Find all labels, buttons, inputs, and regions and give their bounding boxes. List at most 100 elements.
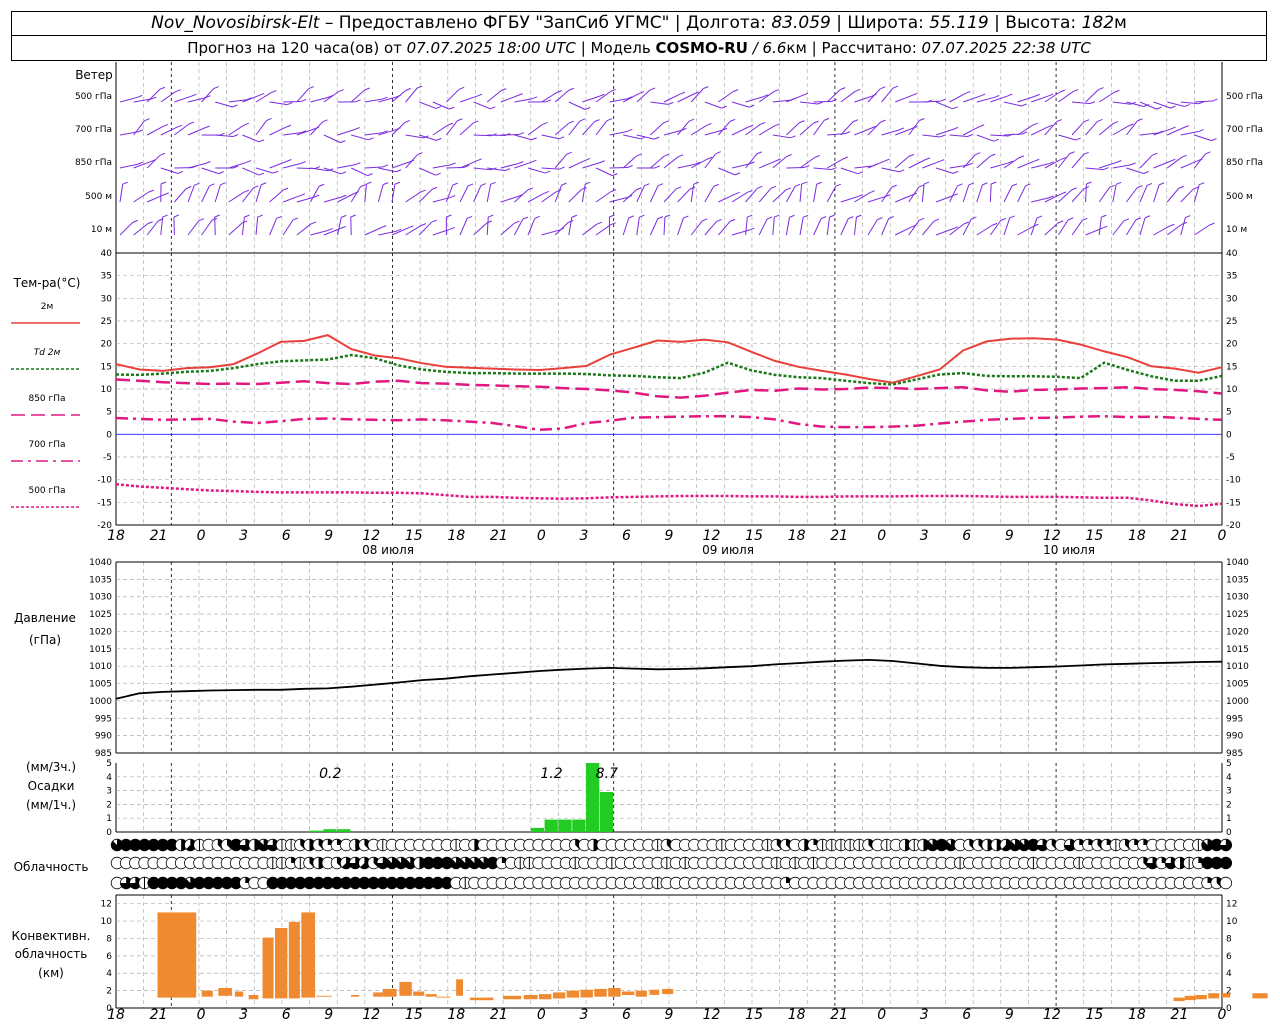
wind-barb-flag xyxy=(163,192,169,196)
wind-barb xyxy=(133,223,148,236)
precip-unit-1h: (мм/1ч.) xyxy=(26,798,76,812)
wind-barb-flag xyxy=(835,183,842,187)
y-tick-label-left: 1035 xyxy=(89,575,112,585)
wind-barb-flag xyxy=(354,127,360,130)
wind-barb xyxy=(1030,126,1048,136)
wind-barb xyxy=(758,218,768,236)
wind-barb-flag xyxy=(205,161,211,164)
wind-barb-flag xyxy=(596,221,602,225)
x-tick-label: 21 xyxy=(490,528,508,544)
wind-barb-flag xyxy=(612,173,618,177)
wind-barb xyxy=(1180,131,1199,136)
x-tick-label: 3 xyxy=(579,528,588,544)
wind-barb xyxy=(649,218,659,236)
wind-barb-flag xyxy=(1083,151,1089,155)
x-tick-label-bottom: 6 xyxy=(622,1007,631,1023)
x-tick-label: 15 xyxy=(745,528,763,544)
wind-barb-flag xyxy=(366,181,372,185)
wind-barb xyxy=(405,154,418,169)
x-tick-label-bottom: 21 xyxy=(830,1007,848,1023)
y-tick-label-left: -10 xyxy=(97,476,112,486)
wind-barb xyxy=(649,185,659,203)
wind-barb-flag xyxy=(898,127,905,131)
wind-barb xyxy=(337,164,356,169)
wind-barb xyxy=(1166,127,1184,136)
wind-barb-flag xyxy=(1007,93,1013,97)
wind-barb xyxy=(459,160,477,169)
wind-barb xyxy=(201,185,210,203)
wind-barb xyxy=(731,192,748,203)
wind-barb-flag xyxy=(679,91,686,95)
conv-label-3: (км) xyxy=(38,966,64,980)
wind-barb-flag xyxy=(857,171,864,175)
wind-barb-flag xyxy=(1114,89,1120,93)
wind-barb xyxy=(1071,121,1085,136)
wind-barb xyxy=(1058,153,1070,169)
wind-barb xyxy=(364,227,382,236)
wind-barb xyxy=(486,184,492,203)
wind-level-label-left: 10 м xyxy=(91,225,112,235)
wind-barb-flag xyxy=(1109,184,1115,188)
conv-bar xyxy=(1252,993,1268,999)
wind-barb-flag xyxy=(993,138,999,142)
y-tick-label-right: 40 xyxy=(1226,249,1238,259)
wind-barb xyxy=(1167,101,1185,108)
wind-barb-flag xyxy=(924,157,931,161)
wind-barb xyxy=(840,167,859,175)
wind-barb xyxy=(1044,222,1059,236)
wind-level-label-left: 700 гПа xyxy=(75,125,112,135)
y-tick-label-right: 4 xyxy=(1226,773,1232,783)
wind-barb xyxy=(1098,217,1102,236)
wind-barb-flag xyxy=(1137,185,1143,189)
wind-barb-flag xyxy=(939,159,945,163)
x-tick-label-bottom: 0 xyxy=(877,1007,886,1023)
wind-barb xyxy=(853,217,857,236)
x-tick-label: 12 xyxy=(703,528,721,544)
y-tick-label-right: 995 xyxy=(1226,714,1243,724)
wind-barb xyxy=(1194,100,1213,103)
wind-barb xyxy=(595,120,608,136)
wind-barb-flag xyxy=(449,226,456,230)
wind-barb xyxy=(391,184,396,203)
wind-barb xyxy=(1085,167,1104,171)
y-tick-label-right: 5 xyxy=(1226,408,1232,418)
wind-barb xyxy=(1071,188,1085,203)
wind-barb-flag xyxy=(253,185,259,189)
wind-barb-flag xyxy=(382,164,388,168)
wind-barb xyxy=(622,217,630,236)
wind-barb-flag xyxy=(715,151,721,155)
wind-barb-flag xyxy=(649,87,656,91)
wind-barb-flag xyxy=(702,218,708,222)
wind-barb-flag xyxy=(1101,214,1107,218)
wind-barb xyxy=(731,101,750,108)
wind-barb-flag xyxy=(214,214,220,218)
y-tick-label-left: 15 xyxy=(101,362,112,372)
wind-barb-flag xyxy=(1116,181,1122,185)
wind-barb-flag xyxy=(729,218,736,222)
wind-barb xyxy=(459,95,478,103)
wind-barb xyxy=(921,184,925,203)
wind-barb-flag xyxy=(1103,167,1109,171)
wind-barb-flag xyxy=(175,89,181,93)
conv-bar xyxy=(552,992,566,999)
wind-barb-flag xyxy=(327,227,334,231)
wind-barb-flag xyxy=(159,152,166,156)
temperature-panel: 2м Td 2м 850 гПа 700 гПа 500 гПа 18 21 0 3 6 9 12 15… xyxy=(11,302,1227,557)
wind-barb xyxy=(840,90,856,103)
precip-label: Осадки xyxy=(28,779,75,793)
wind-barb-flag xyxy=(287,102,293,106)
wind-barb-flag xyxy=(1144,215,1151,219)
conv-bar xyxy=(594,988,607,997)
wind-barb-flag xyxy=(568,87,575,91)
wind-barb-flag xyxy=(706,122,712,126)
wind-barb-flag xyxy=(654,165,660,169)
conv-bar xyxy=(316,995,332,997)
wind-barb xyxy=(922,220,935,236)
wind-barb-flag xyxy=(561,182,567,186)
wind-barb xyxy=(989,220,1002,236)
wind-barb xyxy=(772,156,787,169)
y-tick-label-right: 1015 xyxy=(1226,645,1249,655)
wind-barb-flag xyxy=(1075,137,1081,141)
wind-barb-flag xyxy=(829,214,835,218)
wind-barb-flag xyxy=(504,168,511,172)
